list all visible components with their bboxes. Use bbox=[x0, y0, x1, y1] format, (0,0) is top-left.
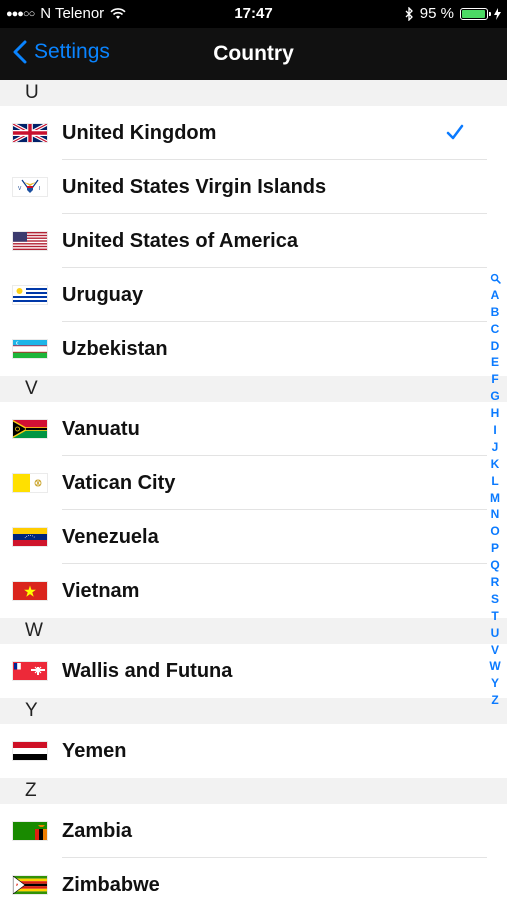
country-row-vatican-city[interactable]: Vatican City bbox=[0, 456, 507, 510]
country-row-zambia[interactable]: Zambia bbox=[0, 804, 507, 858]
vanuatu-flag-icon bbox=[13, 420, 47, 438]
country-row-united-states-of-america[interactable]: United States of America bbox=[0, 214, 507, 268]
section-header-w: W bbox=[0, 618, 507, 644]
index-letter[interactable]: R bbox=[488, 574, 502, 591]
zimbabwe-flag-icon bbox=[13, 876, 47, 894]
zambia-flag-icon bbox=[13, 822, 47, 840]
country-list: U United Kingdom V I United States Virgi… bbox=[0, 80, 507, 912]
index-letter[interactable]: D bbox=[488, 338, 502, 355]
section-header-y: Y bbox=[0, 698, 507, 724]
navigation-bar: Settings Country bbox=[0, 28, 507, 80]
battery-icon bbox=[460, 7, 491, 20]
venezuela-flag-icon bbox=[13, 528, 47, 546]
country-name: Uzbekistan bbox=[62, 338, 168, 360]
country-row-vanuatu[interactable]: Vanuatu bbox=[0, 402, 507, 456]
usa-flag-icon bbox=[13, 232, 47, 250]
page-title: Country bbox=[213, 42, 294, 65]
battery-percentage: 95 % bbox=[419, 5, 454, 22]
index-letter[interactable]: P bbox=[488, 540, 502, 557]
country-row-yemen[interactable]: Yemen bbox=[0, 724, 507, 778]
section-header-v: V bbox=[0, 376, 507, 402]
index-letter[interactable]: H bbox=[488, 405, 502, 422]
yemen-flag-icon bbox=[13, 742, 47, 760]
section-header-u: U bbox=[0, 80, 507, 106]
country-row-venezuela[interactable]: Venezuela bbox=[0, 510, 507, 564]
vietnam-flag-icon bbox=[13, 582, 47, 600]
index-letter[interactable]: A bbox=[488, 287, 502, 304]
country-name: Vatican City bbox=[62, 472, 176, 494]
index-letter[interactable]: S bbox=[488, 591, 502, 608]
index-letter[interactable]: U bbox=[488, 625, 502, 642]
country-row-zimbabwe[interactable]: Zimbabwe bbox=[0, 858, 507, 912]
country-name: Venezuela bbox=[62, 526, 159, 548]
country-name: Zambia bbox=[62, 820, 133, 842]
country-row-wallis-and-futuna[interactable]: Wallis and Futuna bbox=[0, 644, 507, 698]
index-letter[interactable]: M bbox=[488, 490, 502, 507]
country-row-uzbekistan[interactable]: Uzbekistan bbox=[0, 322, 507, 376]
index-letter[interactable]: W bbox=[488, 658, 502, 675]
index-letter[interactable]: F bbox=[488, 371, 502, 388]
bluetooth-icon bbox=[405, 6, 413, 21]
index-search-icon[interactable] bbox=[488, 270, 502, 287]
index-letter[interactable]: C bbox=[488, 321, 502, 338]
index-letter[interactable]: V bbox=[488, 642, 502, 659]
country-row-united-states-virgin-islands[interactable]: V I United States Virgin Islands bbox=[0, 160, 507, 214]
index-letter[interactable]: I bbox=[488, 422, 502, 439]
country-row-vietnam[interactable]: Vietnam bbox=[0, 564, 507, 618]
index-letter[interactable]: L bbox=[488, 473, 502, 490]
country-name: United Kingdom bbox=[62, 122, 217, 144]
uzbekistan-flag-icon bbox=[13, 340, 47, 358]
index-letter[interactable]: O bbox=[488, 523, 502, 540]
checkmark-icon bbox=[446, 124, 464, 140]
country-name: Uruguay bbox=[62, 284, 144, 306]
usvi-flag-icon: V I bbox=[13, 178, 47, 196]
country-row-uruguay[interactable]: Uruguay bbox=[0, 268, 507, 322]
svg-text:I: I bbox=[39, 186, 40, 192]
index-letter[interactable]: K bbox=[488, 456, 502, 473]
index-letter[interactable]: J bbox=[488, 439, 502, 456]
section-header-z: Z bbox=[0, 778, 507, 804]
wallis-futuna-flag-icon bbox=[13, 662, 47, 680]
index-letter[interactable]: B bbox=[488, 304, 502, 321]
country-row-united-kingdom[interactable]: United Kingdom bbox=[0, 106, 507, 160]
country-name: Vanuatu bbox=[62, 418, 140, 440]
status-bar: ●●●○○ N Telenor 17:47 95 % bbox=[0, 0, 507, 28]
country-name: Zimbabwe bbox=[62, 874, 160, 896]
index-letter[interactable]: N bbox=[488, 506, 502, 523]
index-letter[interactable]: E bbox=[488, 354, 502, 371]
section-index-bar[interactable]: A B C D E F G H I J K L M N O P Q R S T … bbox=[488, 270, 502, 709]
index-letter[interactable]: Y bbox=[488, 675, 502, 692]
index-letter[interactable]: T bbox=[488, 608, 502, 625]
vatican-flag-icon bbox=[13, 474, 47, 492]
index-letter[interactable]: G bbox=[488, 388, 502, 405]
uruguay-flag-icon bbox=[13, 286, 47, 304]
index-letter[interactable]: Z bbox=[488, 692, 502, 709]
country-name: United States Virgin Islands bbox=[62, 176, 327, 198]
index-letter[interactable]: Q bbox=[488, 557, 502, 574]
country-name: United States of America bbox=[62, 230, 298, 252]
country-name: Vietnam bbox=[62, 580, 140, 602]
uk-flag-icon bbox=[13, 124, 47, 142]
country-name: Wallis and Futuna bbox=[62, 660, 233, 682]
country-name: Yemen bbox=[62, 740, 127, 762]
charging-bolt-icon bbox=[494, 7, 501, 20]
